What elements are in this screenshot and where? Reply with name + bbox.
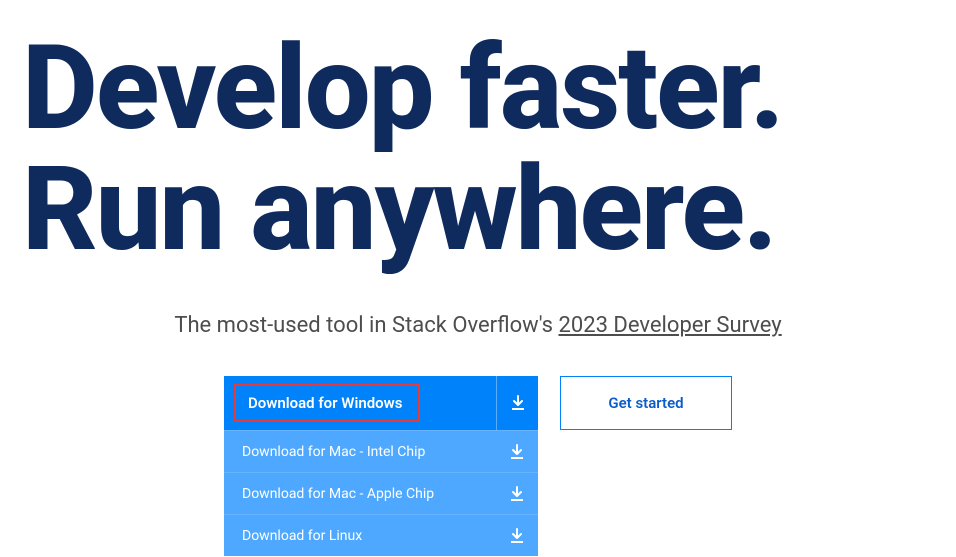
download-windows-label: Download for Windows	[248, 394, 402, 412]
download-windows-highlight: Download for Windows	[234, 384, 420, 422]
get-started-button[interactable]: Get started	[560, 376, 732, 430]
download-mac-intel-label: Download for Mac - Intel Chip	[242, 444, 425, 460]
developer-survey-link[interactable]: 2023 Developer Survey	[559, 313, 782, 338]
download-linux-button[interactable]: Download for Linux	[224, 514, 538, 556]
download-icon	[496, 376, 538, 430]
subtitle-prefix: The most-used tool in Stack Overflow's	[174, 313, 558, 338]
download-windows-button[interactable]: Download for Windows	[224, 376, 538, 430]
get-started-label: Get started	[608, 394, 683, 412]
download-linux-label: Download for Linux	[242, 528, 362, 544]
download-icon	[496, 431, 538, 472]
cta-row: Download for Windows Download for Mac - …	[0, 376, 956, 556]
subtitle: The most-used tool in Stack Overflow's 2…	[0, 313, 956, 338]
download-panel: Download for Windows Download for Mac - …	[224, 376, 538, 556]
download-icon	[496, 515, 538, 556]
hero-title: Develop faster. Run anywhere.	[0, 0, 956, 269]
download-icon	[496, 473, 538, 514]
hero-line-1: Develop faster.	[22, 19, 783, 157]
download-mac-apple-button[interactable]: Download for Mac - Apple Chip	[224, 472, 538, 514]
download-mac-intel-button[interactable]: Download for Mac - Intel Chip	[224, 430, 538, 472]
hero-line-2: Run anywhere.	[22, 140, 776, 278]
download-mac-apple-label: Download for Mac - Apple Chip	[242, 486, 434, 502]
